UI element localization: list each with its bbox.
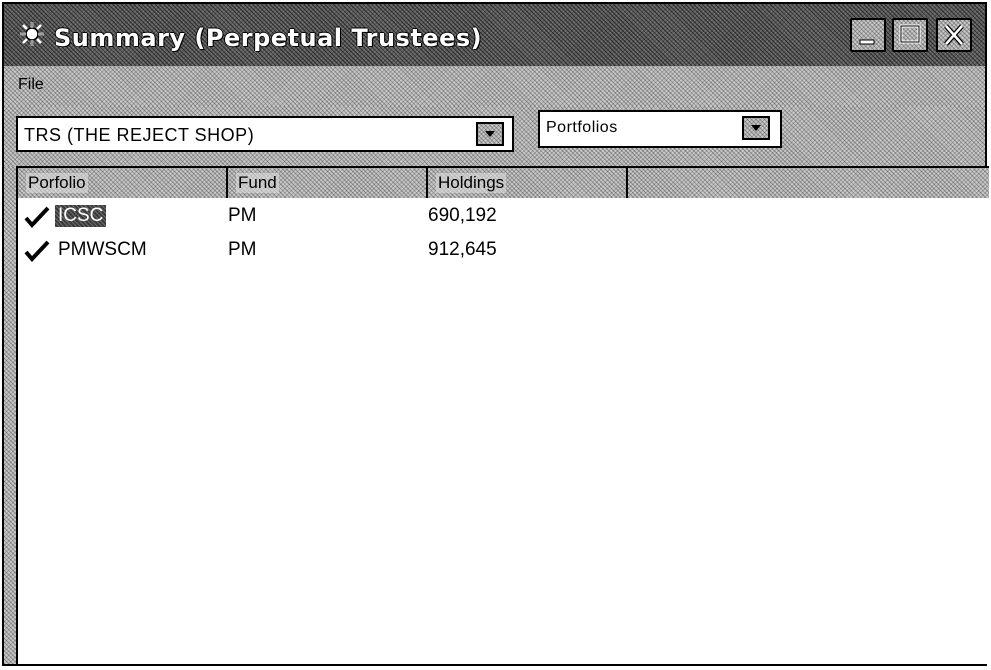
- stock-combo-value: TRS (THE REJECT SHOP): [24, 125, 255, 145]
- cell-fund: PM: [228, 205, 257, 226]
- window-title: Summary (Perpetual Trustees): [54, 24, 483, 52]
- cell-fund: PM: [228, 239, 257, 260]
- title-bar[interactable]: Summary (Perpetual Trustees): [4, 4, 985, 66]
- cell-holdings: 912,645: [428, 239, 497, 260]
- menu-file[interactable]: File: [18, 76, 44, 94]
- list-header: Porfolio Fund Holdings: [18, 168, 989, 198]
- cell-portfolio: ICSC: [55, 205, 107, 227]
- column-header-label: Fund: [236, 173, 279, 193]
- maximize-button[interactable]: [892, 18, 928, 52]
- close-icon: [938, 20, 970, 50]
- column-header-label: Holdings: [436, 173, 507, 193]
- column-header-label: Porfolio: [26, 173, 88, 193]
- stock-combo[interactable]: TRS (THE REJECT SHOP): [16, 116, 514, 152]
- cell-holdings: 690,192: [428, 205, 497, 226]
- app-icon[interactable]: [18, 20, 46, 48]
- maximize-icon: [894, 20, 926, 50]
- minimize-button[interactable]: [850, 18, 886, 52]
- column-header-portfolio[interactable]: Porfolio: [18, 168, 228, 198]
- view-combo-value: Portfolios: [546, 119, 618, 136]
- summary-window: Summary (Perpetual Trustees) File TRS (T…: [2, 2, 989, 666]
- chevron-down-icon[interactable]: [476, 122, 504, 146]
- close-button[interactable]: [936, 18, 972, 52]
- table-row[interactable]: ICSC PM 690,192: [18, 200, 989, 234]
- menu-bar: File: [4, 66, 985, 106]
- checkmark-icon: [24, 206, 50, 228]
- table-row[interactable]: PMWSCM PM 912,645: [18, 234, 989, 268]
- column-header-fund[interactable]: Fund: [228, 168, 428, 198]
- minimize-icon: [852, 20, 884, 50]
- chevron-down-icon[interactable]: [742, 116, 770, 140]
- portfolio-list[interactable]: Porfolio Fund Holdings ICSC PM 690,192 P…: [16, 166, 989, 664]
- checkmark-icon: [24, 240, 50, 262]
- selector-toolbar: TRS (THE REJECT SHOP) Portfolios: [4, 106, 985, 166]
- column-header-holdings[interactable]: Holdings: [428, 168, 628, 198]
- view-combo[interactable]: Portfolios: [538, 110, 782, 148]
- cell-portfolio: PMWSCM: [58, 239, 147, 260]
